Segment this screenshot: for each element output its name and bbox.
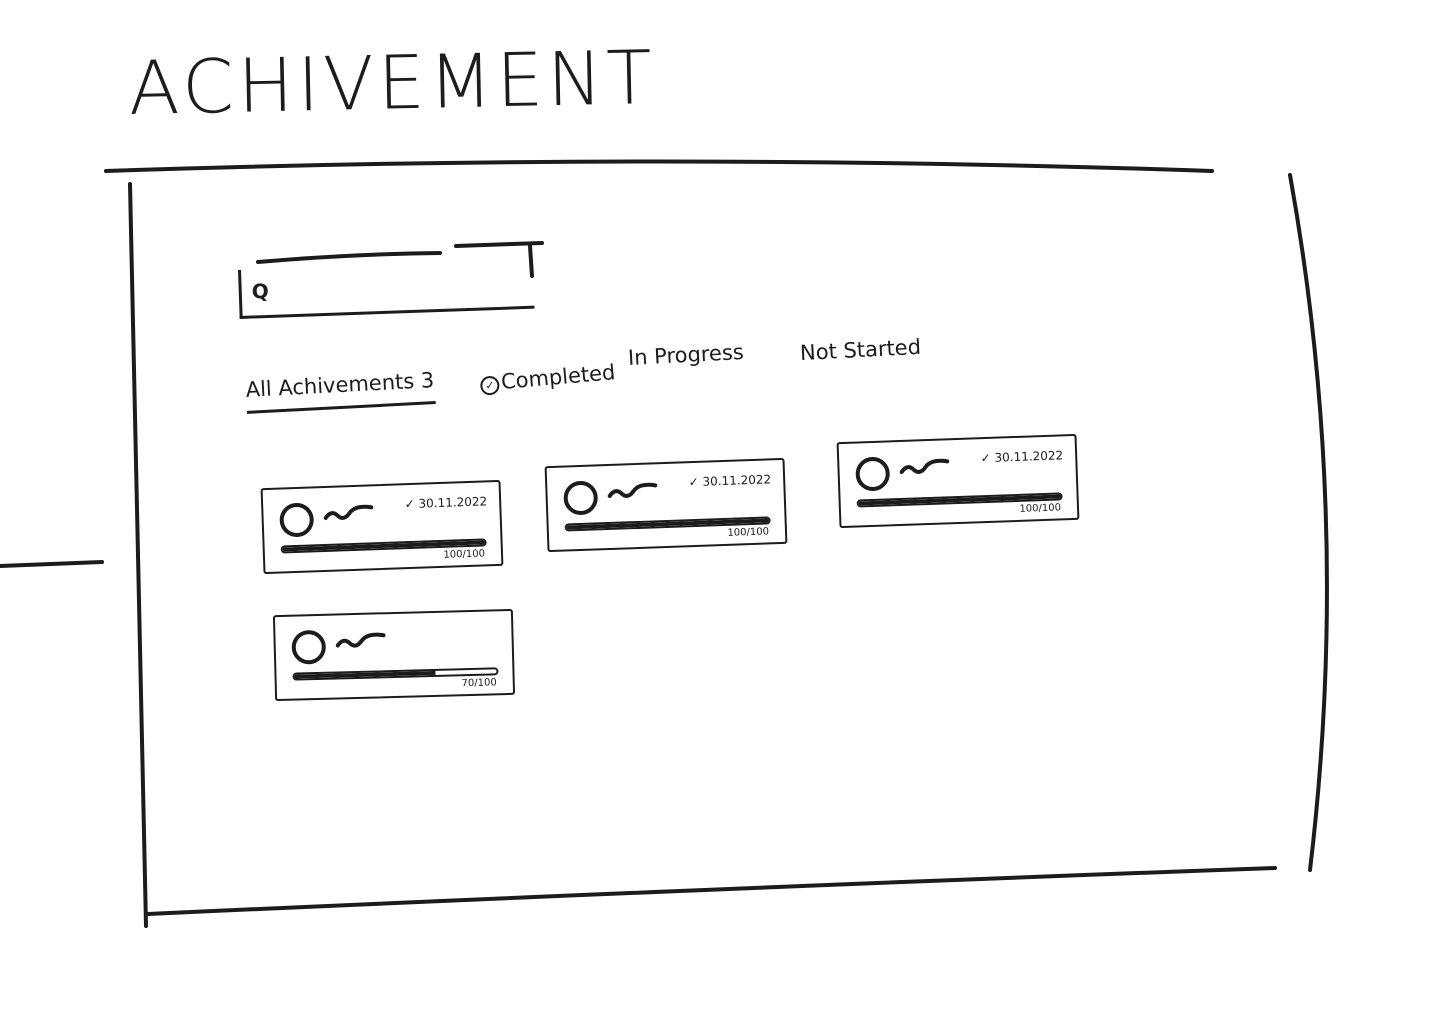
progress-bar-fill xyxy=(294,670,436,679)
check-circle-icon: ✓ xyxy=(479,375,501,396)
search-icon: Q xyxy=(251,278,270,304)
scrollbar-track xyxy=(1288,173,1329,872)
content-panel-bottom-edge xyxy=(146,866,1277,916)
completed-date-text: 30.11.2022 xyxy=(418,494,488,511)
achievement-card[interactable]: ✓ 30.11.2022 100/100 xyxy=(544,457,788,553)
achievement-card[interactable]: ✓ 30.11.2022 100/100 xyxy=(260,479,504,575)
content-panel-left-edge xyxy=(128,182,148,928)
search-input[interactable] xyxy=(277,268,523,307)
page-title: ACHIVEMENT xyxy=(127,34,657,132)
circle-badge-icon xyxy=(855,456,891,492)
circle-badge-icon xyxy=(279,502,315,538)
completed-date: ✓ 30.11.2022 xyxy=(980,448,1064,466)
progress-count: 70/100 xyxy=(461,677,497,690)
completed-date-text: 30.11.2022 xyxy=(702,472,772,489)
circle-badge-icon xyxy=(563,480,599,516)
achievement-title-scribble xyxy=(323,504,374,520)
sidebar-connector xyxy=(0,560,104,568)
completed-date-text: 30.11.2022 xyxy=(994,448,1064,465)
completed-date: ✓ 30.11.2022 xyxy=(688,472,772,490)
achievement-card[interactable]: 70/100 xyxy=(272,608,516,702)
achievement-title-scribble xyxy=(335,632,386,648)
progress-count: 100/100 xyxy=(727,526,770,539)
achievement-title-scribble xyxy=(607,482,658,498)
progress-count: 100/100 xyxy=(1019,502,1062,515)
completed-date: ✓ 30.11.2022 xyxy=(404,494,488,512)
circle-badge-icon xyxy=(291,629,327,665)
achievement-card[interactable]: ✓ 30.11.2022 100/100 xyxy=(836,433,1080,529)
achievement-title-scribble xyxy=(899,458,950,474)
search-box[interactable]: Q xyxy=(238,259,535,319)
progress-count: 100/100 xyxy=(443,548,486,561)
header-divider xyxy=(104,159,1214,173)
